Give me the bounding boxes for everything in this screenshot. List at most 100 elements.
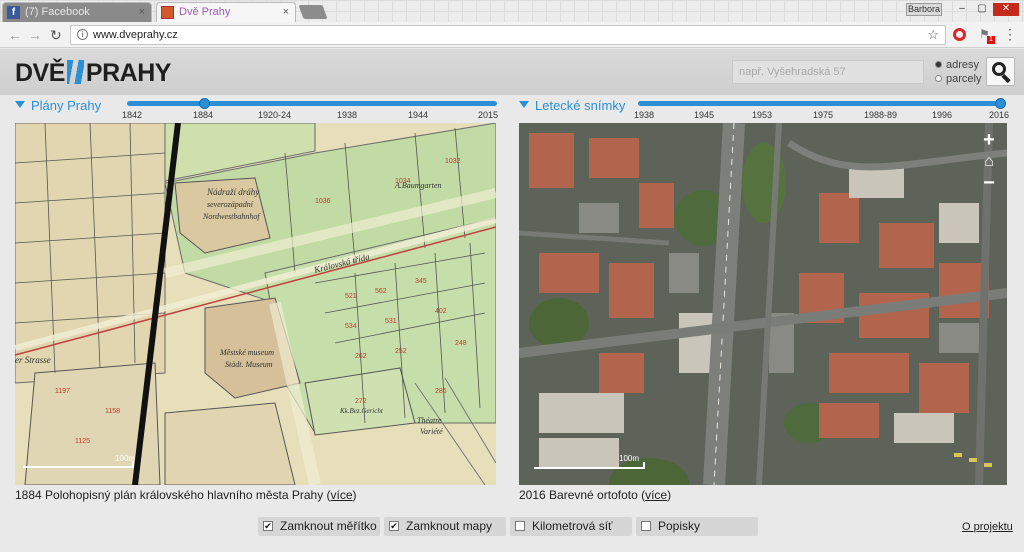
collapse-triangle-icon [519,101,529,108]
left-year-tick[interactable]: 1938 [337,110,357,121]
left-scale-label: 100m [115,454,135,463]
search-mode-adresy[interactable]: adresy [935,59,979,72]
left-panel-title: Plány Prahy [31,98,102,113]
svg-text:345: 345 [415,278,427,285]
tab-dve-prahy-title: Dvě Prahy [179,6,231,18]
tab-dve-prahy[interactable]: Dvě Prahy × [156,2,296,22]
svg-text:severozápadní: severozápadní [207,200,254,209]
option-label: Popisky [658,519,701,533]
svg-text:Městské museum: Městské museum [219,348,274,357]
historic-map-image: 521 562 345 534 531 402 262 252 248 1197 1158 11… [15,123,496,485]
url-input[interactable]: i www.dveprahy.cz ☆ [70,25,946,45]
logo-text-left: DVĚ [15,59,65,87]
lock-scale-checkbox[interactable]: ✔ Zamknout měřítko [258,517,380,536]
historic-map-viewer[interactable]: 521 562 345 534 531 402 262 252 248 1197 1158 11… [15,123,496,485]
search-button[interactable] [986,57,1015,86]
option-label: Zamknout mapy [406,519,493,533]
svg-text:1032: 1032 [445,158,461,165]
tab-close-icon[interactable]: × [283,3,289,21]
right-year-tick[interactable]: 1953 [752,110,772,121]
svg-text:521: 521 [345,293,357,300]
labels-checkbox[interactable]: Popisky [636,517,758,536]
left-map-caption: 1884 Polohopisný plán královského hlavní… [15,488,357,502]
back-button[interactable]: ← [8,27,22,43]
minimize-button[interactable]: – [953,3,971,16]
logo-text-right: PRAHY [85,59,172,87]
svg-text:Nádraží dráhy: Nádraží dráhy [206,187,259,197]
tab-close-icon[interactable]: × [139,3,145,21]
svg-text:531: 531 [385,318,397,325]
checkbox-unchecked-icon [515,521,525,531]
left-year-tick[interactable]: 1920-24 [258,110,291,121]
svg-text:er Strasse: er Strasse [15,355,51,365]
svg-text:1125: 1125 [75,438,90,445]
svg-text:Théatre: Théatre [417,416,442,425]
radio-selected-icon [935,61,942,68]
right-year-tick[interactable]: 1938 [634,110,654,121]
left-year-slider-knob[interactable] [199,98,210,109]
aerial-photo-image: 100m [519,123,1007,485]
reload-button[interactable]: ↻ [50,27,62,43]
left-caption-text: 1884 Polohopisný plán královského hlavní… [15,488,331,502]
forward-button[interactable]: → [28,27,42,43]
right-year-tick[interactable]: 1975 [813,110,833,121]
address-bar: ← → ↻ i www.dveprahy.cz ☆ ⚑ 1 ⋮ [0,22,1024,48]
zoom-out-button[interactable]: − [978,173,1000,193]
svg-text:534: 534 [345,323,357,330]
search-mode-parcely[interactable]: parcely [935,73,981,86]
option-label: Zamknout měřítko [280,519,377,533]
km-grid-checkbox[interactable]: Kilometrová síť [510,517,632,536]
svg-text:Variété: Variété [420,427,443,436]
right-panel-toggle[interactable]: Letecké snímky [519,98,625,113]
left-year-tick[interactable]: 1884 [193,110,213,121]
home-icon[interactable]: ⌂ [978,153,1000,171]
profile-button[interactable]: Barbora [906,3,942,16]
new-tab-button[interactable] [298,5,328,19]
info-icon[interactable]: i [77,29,88,40]
address-search-input[interactable]: např. Vyšehradská 57 [732,60,924,84]
right-caption-more-link[interactable]: více [645,488,667,502]
about-project-link[interactable]: O projektu [962,521,1013,533]
svg-text:A.Baumgarten: A.Baumgarten [394,181,441,190]
right-year-tick[interactable]: 1945 [694,110,714,121]
svg-text:562: 562 [375,288,387,295]
right-panel-title: Letecké snímky [535,98,626,113]
logo-mark-icon [66,60,84,84]
left-year-tick[interactable]: 2015 [478,110,498,121]
left-year-tick[interactable]: 1944 [408,110,428,121]
svg-text:Städt. Museum: Städt. Museum [225,360,273,369]
aerial-map-viewer[interactable]: 100m [519,123,1007,485]
tab-facebook-title: (7) Facebook [25,6,90,18]
site-header: DVĚ PRAHY např. Vyšehradská 57 adresy par… [0,49,1024,95]
tab-facebook[interactable]: f (7) Facebook × [2,2,152,22]
site-logo[interactable]: DVĚ PRAHY [15,59,171,87]
right-year-slider-knob[interactable] [995,98,1006,109]
zoom-in-button[interactable]: + [978,130,1000,150]
right-year-tick[interactable]: 2016 [989,110,1009,121]
right-scale-label: 100m [619,454,639,463]
left-caption-more-link[interactable]: více [331,488,353,502]
dve-prahy-favicon-icon [161,6,174,19]
svg-text:Kk.Bez.Gericht: Kk.Bez.Gericht [339,407,384,415]
browser-menu-button[interactable]: ⋮ [1003,26,1017,42]
svg-text:1197: 1197 [55,388,70,395]
left-year-slider[interactable] [127,98,497,109]
bookmark-star-icon[interactable]: ☆ [927,26,939,44]
right-caption-text: 2016 Barevné ortofoto ( [519,488,646,502]
left-panel-toggle[interactable]: Plány Prahy [15,98,101,113]
svg-text:252: 252 [395,348,407,355]
left-year-tick[interactable]: 1842 [122,110,142,121]
radio-unselected-icon [935,75,942,82]
collapse-triangle-icon [15,101,25,108]
lock-maps-checkbox[interactable]: ✔ Zamknout mapy [384,517,506,536]
facebook-icon: f [7,6,20,19]
right-year-tick[interactable]: 1988-89 [864,110,897,121]
browser-tab-bar: f (7) Facebook × Dvě Prahy × Barbora – ▢… [0,0,1024,22]
right-year-tick[interactable]: 1996 [932,110,952,121]
svg-text:1158: 1158 [105,408,120,415]
left-caption-end: ) [352,488,357,502]
close-window-button[interactable]: ✕ [993,3,1019,16]
opera-extension-icon[interactable] [953,28,966,41]
maximize-button[interactable]: ▢ [973,3,991,16]
right-year-slider[interactable] [638,98,1006,109]
